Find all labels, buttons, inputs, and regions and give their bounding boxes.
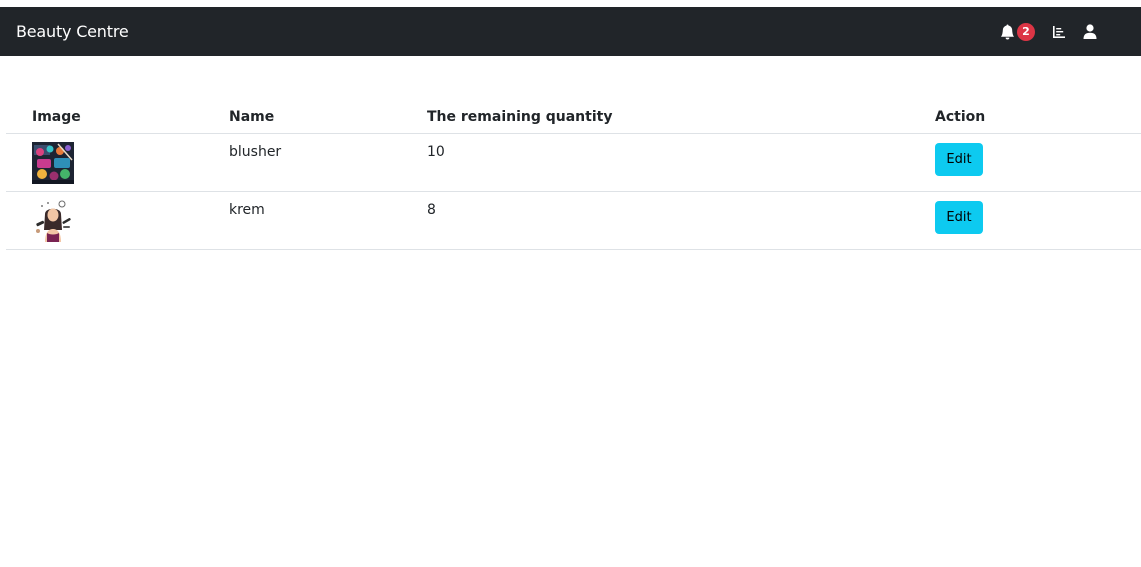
- name-cell: blusher: [229, 133, 427, 192]
- top-strip: [0, 0, 1141, 7]
- edit-button[interactable]: Edit: [935, 143, 983, 176]
- product-name: krem: [229, 202, 265, 218]
- image-cell: [6, 191, 229, 250]
- brand-title[interactable]: Beauty Centre: [16, 22, 129, 41]
- product-table: Image Name The remaining quantity Action: [6, 100, 1141, 250]
- header-image: Image: [6, 100, 229, 134]
- bell-icon: [1000, 23, 1015, 39]
- navbar: Beauty Centre 2: [0, 7, 1141, 56]
- action-cell: Edit: [935, 191, 1141, 250]
- header-quantity: The remaining quantity: [427, 100, 935, 134]
- product-quantity: 8: [427, 202, 436, 218]
- table-row: blusher 10 Edit: [6, 133, 1141, 192]
- product-name: blusher: [229, 144, 282, 160]
- reports-button[interactable]: [1035, 25, 1066, 39]
- chart-icon: [1053, 25, 1065, 38]
- name-cell: krem: [229, 191, 427, 250]
- header-name: Name: [229, 100, 427, 134]
- table-row: krem 8 Edit: [6, 191, 1141, 250]
- edit-button[interactable]: Edit: [935, 201, 983, 234]
- profile-button[interactable]: [1066, 24, 1097, 39]
- quantity-cell: 8: [427, 191, 935, 250]
- notifications-button[interactable]: 2: [1000, 22, 1035, 41]
- image-cell: [6, 133, 229, 192]
- product-quantity: 10: [427, 144, 445, 160]
- makeup-palette-thumbnail: [32, 142, 74, 184]
- navbar-actions: 2: [1000, 7, 1097, 56]
- action-cell: Edit: [935, 133, 1141, 192]
- notification-badge: 2: [1017, 22, 1035, 41]
- user-icon: [1083, 24, 1097, 39]
- quantity-cell: 10: [427, 133, 935, 192]
- woman-beauty-illustration-thumbnail: [32, 200, 74, 242]
- table-header-row: Image Name The remaining quantity Action: [6, 100, 1141, 134]
- header-action: Action: [935, 100, 1141, 134]
